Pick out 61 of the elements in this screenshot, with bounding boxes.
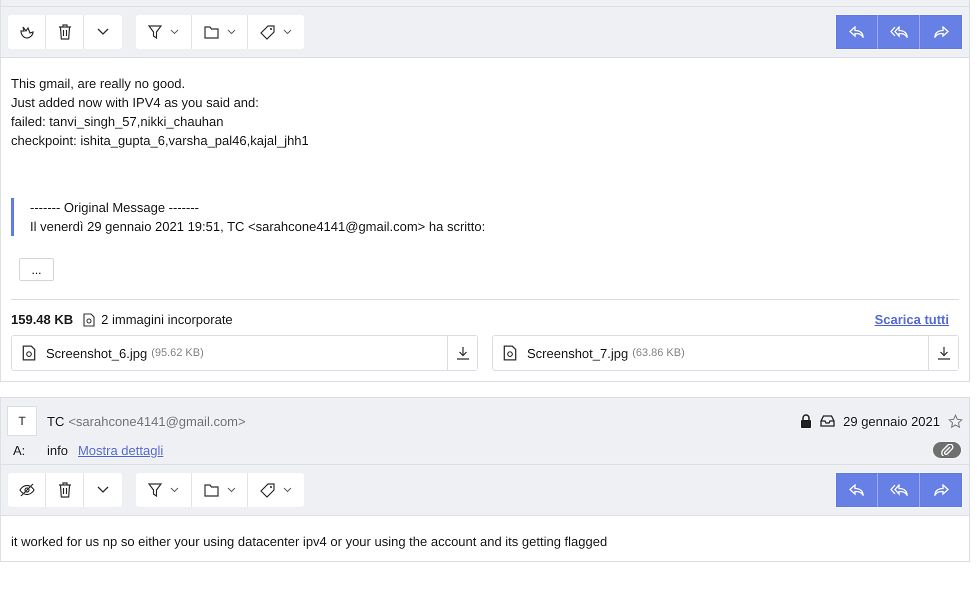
attachment-item[interactable]: Screenshot_6.jpg (95.62 KB) (11, 335, 478, 371)
message-text: Just added now with IPV4 as you said and: (11, 94, 260, 112)
inbox-icon (820, 415, 836, 427)
message-text: failed: tanvi_singh_57,nikki_chauhan (11, 113, 224, 131)
download-all-link[interactable]: Scarica tutti (874, 312, 949, 327)
quote-text: Il venerdì 29 gennaio 2021 19:51, TC <sarahcone4141@gmail.com> ha scritto: (30, 218, 486, 236)
message-text: it worked for us np so either your using datacenter ipv4 or your using the account and its getting flagged (11, 533, 608, 551)
chevron-down-icon (170, 29, 179, 35)
reply-icon (848, 484, 864, 496)
reply-button[interactable] (836, 15, 878, 49)
chevron-down-icon (283, 29, 292, 35)
reply-button[interactable] (836, 473, 878, 507)
recipient-label: A: (13, 442, 26, 458)
message-text: This gmail, are really no good. (11, 75, 186, 93)
folder-icon (204, 484, 218, 496)
attachment-size: (63.86 KB) (632, 347, 685, 359)
recipient-name: info (47, 442, 68, 458)
download-icon (936, 346, 950, 360)
download-button[interactable] (928, 336, 958, 370)
reply-icon (848, 26, 864, 38)
attachments-size: 159.48 KB (11, 312, 74, 327)
folder-icon (204, 26, 218, 38)
sender-email: <sarahcone4141@gmail.com> (68, 414, 246, 428)
reply-all-icon (890, 484, 908, 496)
flame-icon (18, 24, 34, 40)
trash-icon (58, 482, 72, 498)
chevron-down-icon (226, 29, 236, 35)
attachment-name: Screenshot_7.jpg (527, 346, 628, 360)
image-file-icon (22, 345, 36, 361)
sender-name: TC (47, 414, 64, 428)
reply-all-icon (890, 26, 908, 38)
chevron-down-icon (97, 486, 109, 494)
attachment-size: (95.62 KB) (151, 347, 204, 359)
filter-icon (148, 483, 162, 497)
show-details-link[interactable]: Mostra dettagli (78, 442, 164, 458)
message-date: 29 gennaio 2021 (843, 414, 940, 428)
lock-icon (800, 414, 812, 428)
chevron-down-icon (283, 487, 292, 493)
tag-icon (260, 24, 275, 40)
chevron-down-icon (170, 487, 179, 493)
chevron-down-icon (226, 487, 236, 493)
attachment-name: Screenshot_6.jpg (46, 346, 148, 360)
filter-icon (148, 25, 162, 39)
chevron-down-icon (97, 28, 109, 36)
trash-icon (58, 24, 72, 40)
show-quoted-button[interactable]: ... (19, 258, 54, 281)
download-button[interactable] (447, 336, 477, 370)
download-icon (456, 346, 470, 360)
paperclip-icon (940, 444, 954, 456)
avatar: T (7, 406, 37, 436)
attachment-item[interactable]: Screenshot_7.jpg (63.86 KB) (492, 335, 959, 371)
quote-heading: ------- Original Message ------- (30, 199, 200, 217)
forward-icon (933, 26, 949, 38)
tag-icon (260, 482, 275, 498)
image-file-icon (503, 345, 517, 361)
forward-icon (933, 484, 949, 496)
eye-slash-icon (18, 482, 34, 498)
star-icon[interactable] (948, 414, 963, 428)
message-text: checkpoint: ishita_gupta_6,varsha_pal46,kajal_jhh1 (11, 132, 310, 150)
image-file-icon (83, 312, 96, 326)
attachments-summary: 2 immagini incorporate (101, 312, 233, 327)
